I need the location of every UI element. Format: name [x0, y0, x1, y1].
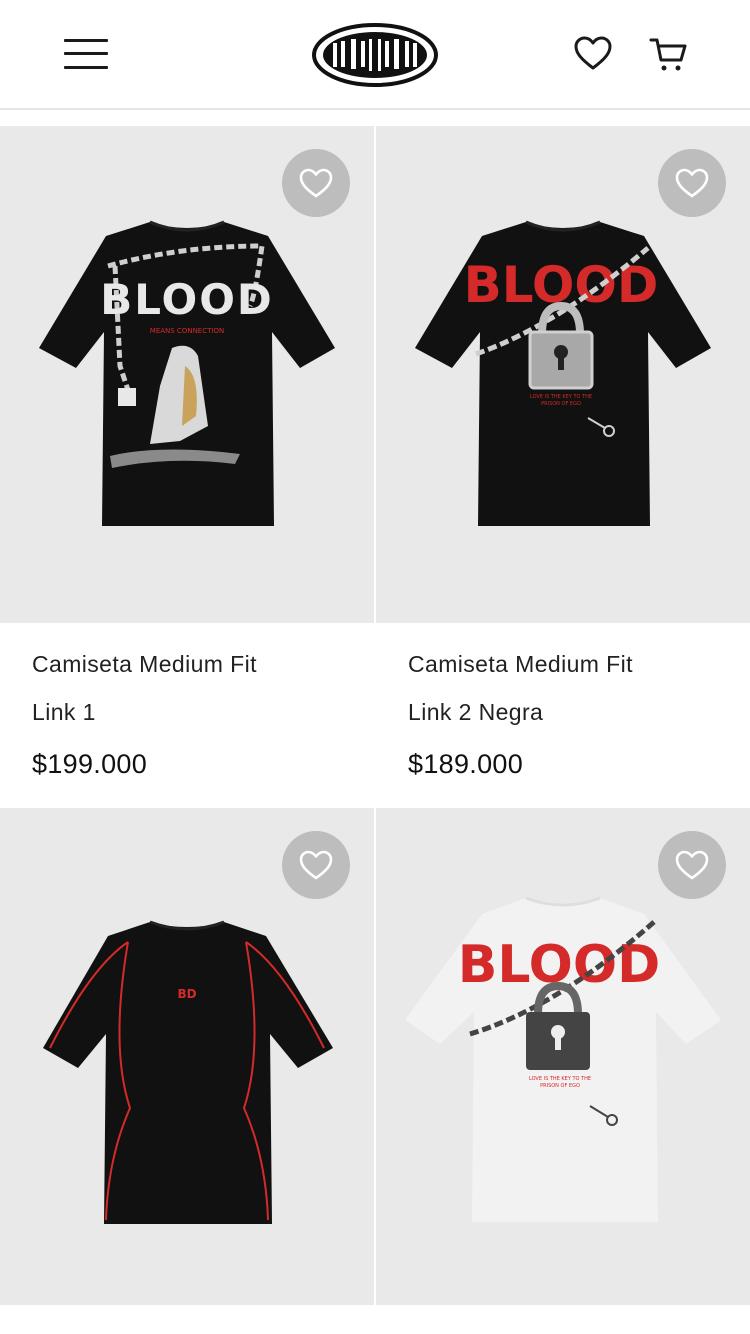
favorite-button[interactable]: [282, 831, 350, 899]
product-image[interactable]: BLOOD LOVE IS THE KEY TO THE PRISON OF E…: [376, 808, 750, 1305]
favorite-button[interactable]: [282, 149, 350, 217]
product-name-line2[interactable]: Link 2 Negra: [408, 699, 543, 726]
product-image[interactable]: BLOOD LOVE IS THE KEY TO THE PRISON OF E…: [376, 126, 750, 623]
hamburger-menu-icon[interactable]: [62, 36, 110, 72]
print-caption: LOVE IS THE KEY TO THE: [530, 394, 592, 400]
heart-icon: [675, 850, 709, 880]
print-caption: LOVE IS THE KEY TO THE: [529, 1076, 591, 1082]
print-logo: BD: [177, 987, 196, 1001]
heart-icon: [299, 168, 333, 198]
product-card[interactable]: BLOOD LOVE IS THE KEY TO THE PRISON OF E…: [376, 126, 750, 808]
product-image[interactable]: BLOOD MEANS CONNECTION: [0, 126, 374, 623]
product-info[interactable]: Camiseta Medium Fit Link 1 $199.000: [0, 623, 374, 808]
product-name[interactable]: Camiseta Medium Fit: [32, 651, 257, 678]
brand-logo[interactable]: [311, 21, 439, 89]
cart-icon[interactable]: [648, 34, 688, 74]
print-caption: MEANS CONNECTION: [150, 327, 224, 335]
product-info[interactable]: Camiseta Medium Fit Link 2 Negra $189.00…: [376, 623, 750, 808]
product-card[interactable]: BLOOD MEANS CONNECTION Camiseta Medium F…: [0, 126, 374, 808]
product-card[interactable]: BD: [0, 808, 374, 1308]
print-caption-2: PRISON OF EGO: [540, 1083, 580, 1089]
product-price: $199.000: [32, 749, 148, 779]
top-header: [0, 0, 750, 110]
print-text: BLOOD: [100, 275, 274, 324]
product-image[interactable]: BD: [0, 808, 374, 1305]
print-caption-2: PRISON OF EGO: [541, 401, 581, 407]
heart-icon[interactable]: [573, 34, 613, 74]
favorite-button[interactable]: [658, 831, 726, 899]
product-name-line2[interactable]: Link 1: [32, 699, 96, 726]
heart-icon: [299, 850, 333, 880]
product-name[interactable]: Camiseta Medium Fit: [408, 651, 633, 678]
heart-icon: [675, 168, 709, 198]
product-price: $189.000: [408, 749, 524, 779]
favorite-button[interactable]: [658, 149, 726, 217]
product-card[interactable]: BLOOD LOVE IS THE KEY TO THE PRISON OF E…: [376, 808, 750, 1308]
